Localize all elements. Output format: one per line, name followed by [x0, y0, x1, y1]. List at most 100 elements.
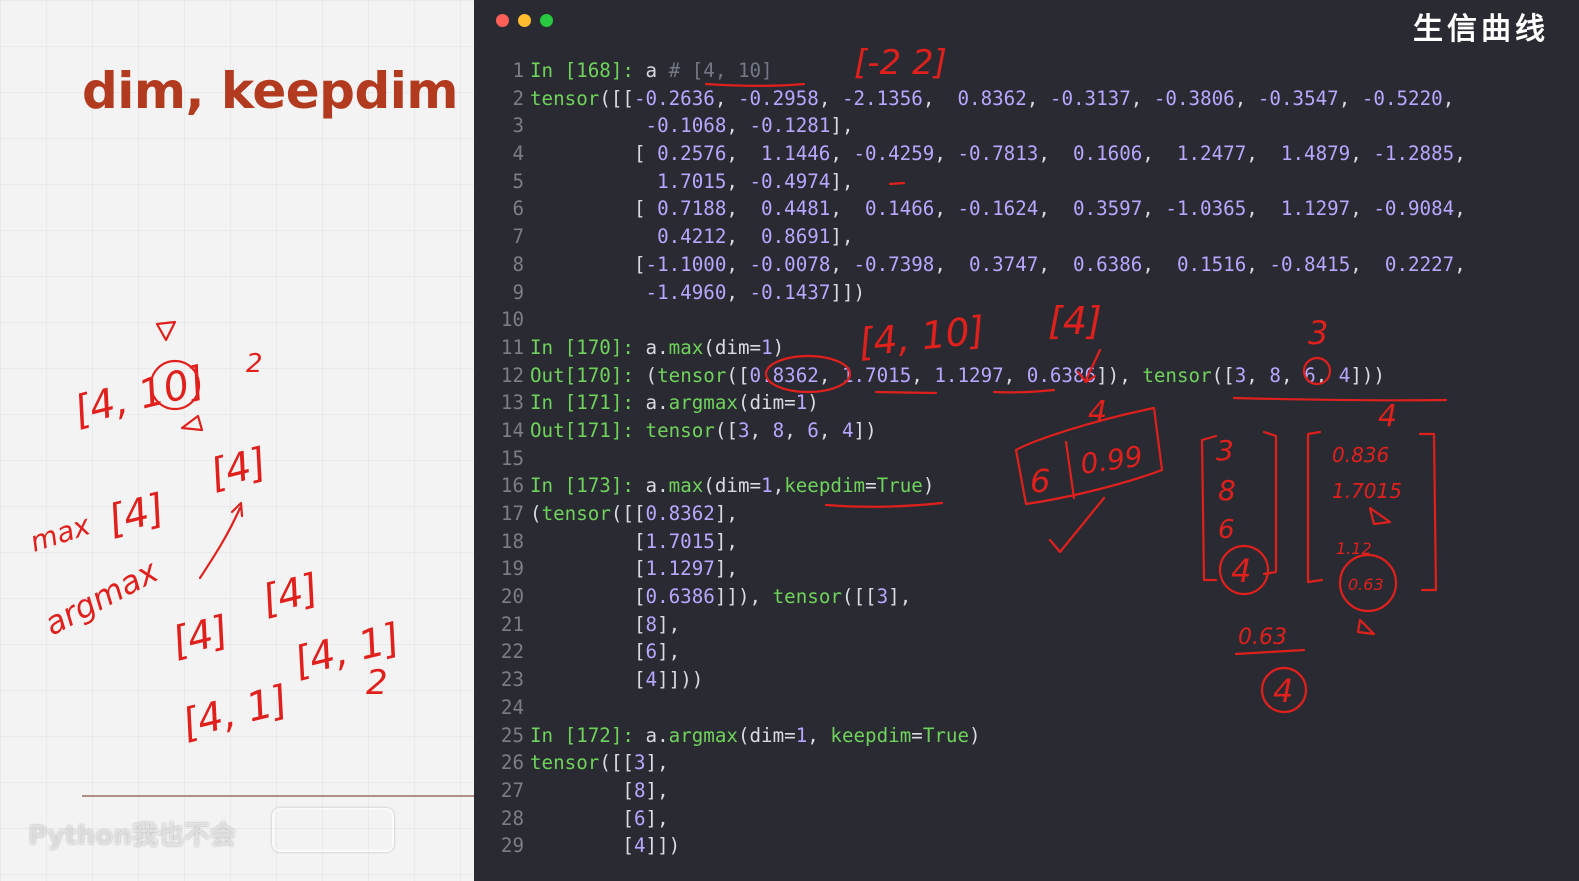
- code-token: 8: [633, 778, 646, 802]
- code-token: ],: [888, 585, 912, 609]
- triangle-top-mark: [155, 320, 177, 342]
- slide-ink-b5: [4, 1]: [177, 677, 292, 748]
- code-token: tensor: [657, 363, 727, 387]
- code-token: 0.1606: [1072, 142, 1143, 166]
- code-token: ,: [934, 142, 958, 166]
- code-token: a.: [645, 391, 669, 415]
- line-number: 1: [512, 59, 524, 82]
- line-number: 25: [500, 723, 524, 747]
- code-token: ]),: [1096, 363, 1143, 387]
- code-line: 8 [-1.1000, -0.0078, -0.7398, 0.3747, 0.…: [490, 251, 1465, 279]
- code-line: 1 In [168]: a # [4, 10]: [490, 57, 1466, 85]
- code-token: -0.4974: [749, 169, 831, 193]
- code-token: 0.8362: [749, 363, 819, 387]
- maximize-dot-icon[interactable]: [540, 14, 553, 27]
- code-line: 23 [4]])): [490, 666, 1466, 694]
- code-token: -0.5220: [1361, 86, 1443, 110]
- line-number: 8: [512, 252, 524, 276]
- code-token: ,: [749, 418, 773, 442]
- line-number: 9: [512, 280, 524, 304]
- code-line: 11 In [170]: a.max(dim=1): [490, 334, 1466, 362]
- code-token: ,: [726, 280, 750, 304]
- code-token: (: [645, 363, 658, 387]
- code-token: ]): [853, 418, 877, 442]
- code-token: ,: [1130, 86, 1154, 110]
- watermark-logo-icon: [272, 808, 394, 852]
- code-token: 0.6386: [645, 585, 715, 609]
- code-token: max: [668, 474, 704, 498]
- code-token: [: [530, 834, 634, 858]
- line-number: 12: [500, 363, 524, 387]
- slide-ink-num2b: 2: [366, 663, 388, 703]
- code-token: (: [530, 502, 542, 525]
- code-token: 6: [645, 640, 658, 664]
- line-number: 22: [500, 640, 524, 664]
- code-token: tensor: [541, 502, 611, 525]
- minimize-dot-icon[interactable]: [518, 14, 531, 27]
- line-number: 14: [500, 418, 524, 442]
- code-token: -1.4960: [645, 280, 727, 304]
- line-number: 4: [512, 142, 524, 166]
- code-token: ,: [1234, 86, 1258, 110]
- close-dot-icon[interactable]: [496, 14, 509, 27]
- code-token: ,: [726, 114, 750, 138]
- code-token: ,: [818, 363, 842, 387]
- code-line: 18 [1.7015],: [490, 528, 1466, 556]
- code-token: ])): [1350, 363, 1385, 387]
- line-number: 27: [500, 778, 524, 802]
- code-token: tensor: [645, 418, 715, 442]
- code-token: ,: [934, 197, 958, 221]
- code-token: 1: [761, 335, 773, 359]
- code-token: -0.1437: [749, 280, 831, 304]
- code-token: -2.1356: [841, 86, 923, 110]
- code-token: 1.4879: [1280, 142, 1351, 166]
- code-token: 1.1297: [934, 363, 1004, 387]
- code-token: ,: [830, 197, 866, 221]
- code-token: [: [530, 778, 634, 802]
- code-token: 0.2576: [657, 142, 727, 166]
- code-token: ]]),: [714, 585, 773, 609]
- code-token: 1.1446: [761, 142, 831, 166]
- line-number: 26: [500, 751, 524, 775]
- code-token: 0.3747: [969, 252, 1039, 276]
- code-token: 1.1297: [645, 557, 715, 581]
- code-token: 0.8691: [761, 225, 831, 249]
- code-token: ],: [645, 806, 669, 830]
- code-token: -0.3806: [1153, 86, 1235, 110]
- code-token: 1.7015: [841, 363, 912, 387]
- code-area[interactable]: 1 In [168]: a # [4, 10] 2 tensor([[-0.2636,…: [490, 57, 1466, 860]
- code-token: argmax: [668, 391, 738, 415]
- code-token: [: [530, 252, 646, 276]
- line-number: 13: [500, 391, 524, 415]
- code-token: 8: [1269, 363, 1281, 387]
- terminal-window[interactable]: 生信曲线 1 In [168]: a # [4, 10] 2 tensor([[-0.…: [474, 0, 1579, 881]
- code-token: -0.7813: [957, 142, 1039, 166]
- slide-panel: dim, keepdim [4, 10] 2 max [4] [4] argma…: [0, 0, 474, 881]
- code-token: 0.6386: [1026, 363, 1097, 387]
- code-token: ,: [714, 86, 738, 110]
- code-line: 2 tensor([[-0.2636, -0.2958, -2.1356, 0.8…: [490, 85, 1466, 113]
- line-number: 17: [500, 502, 524, 525]
- code-token: ([[: [610, 502, 646, 525]
- code-token: a: [645, 59, 669, 82]
- code-token: ],: [830, 114, 854, 138]
- code-token: =: [865, 474, 877, 498]
- code-token: ): [922, 474, 935, 498]
- line-number: 15: [500, 446, 524, 470]
- code-token: 1: [795, 723, 808, 747]
- code-token: -0.2958: [737, 86, 819, 110]
- code-line: 3 -0.1068, -0.1281],: [490, 112, 1466, 140]
- code-token: 6: [633, 806, 646, 830]
- code-token: [: [530, 142, 658, 166]
- slide-ink-argmax: argmax: [38, 551, 165, 643]
- code-token: ,: [1142, 252, 1177, 276]
- code-token: ,: [726, 252, 750, 276]
- code-token: 0.6386: [1073, 252, 1143, 276]
- code-token: -0.3547: [1257, 86, 1339, 110]
- code-line: 14 Out[171]: tensor([3, 8, 6, 4]): [490, 417, 1466, 445]
- code-token: tensor: [530, 751, 600, 775]
- code-token: -0.7398: [853, 252, 935, 276]
- line-number: 11: [500, 335, 524, 359]
- code-token: ,: [1246, 197, 1281, 221]
